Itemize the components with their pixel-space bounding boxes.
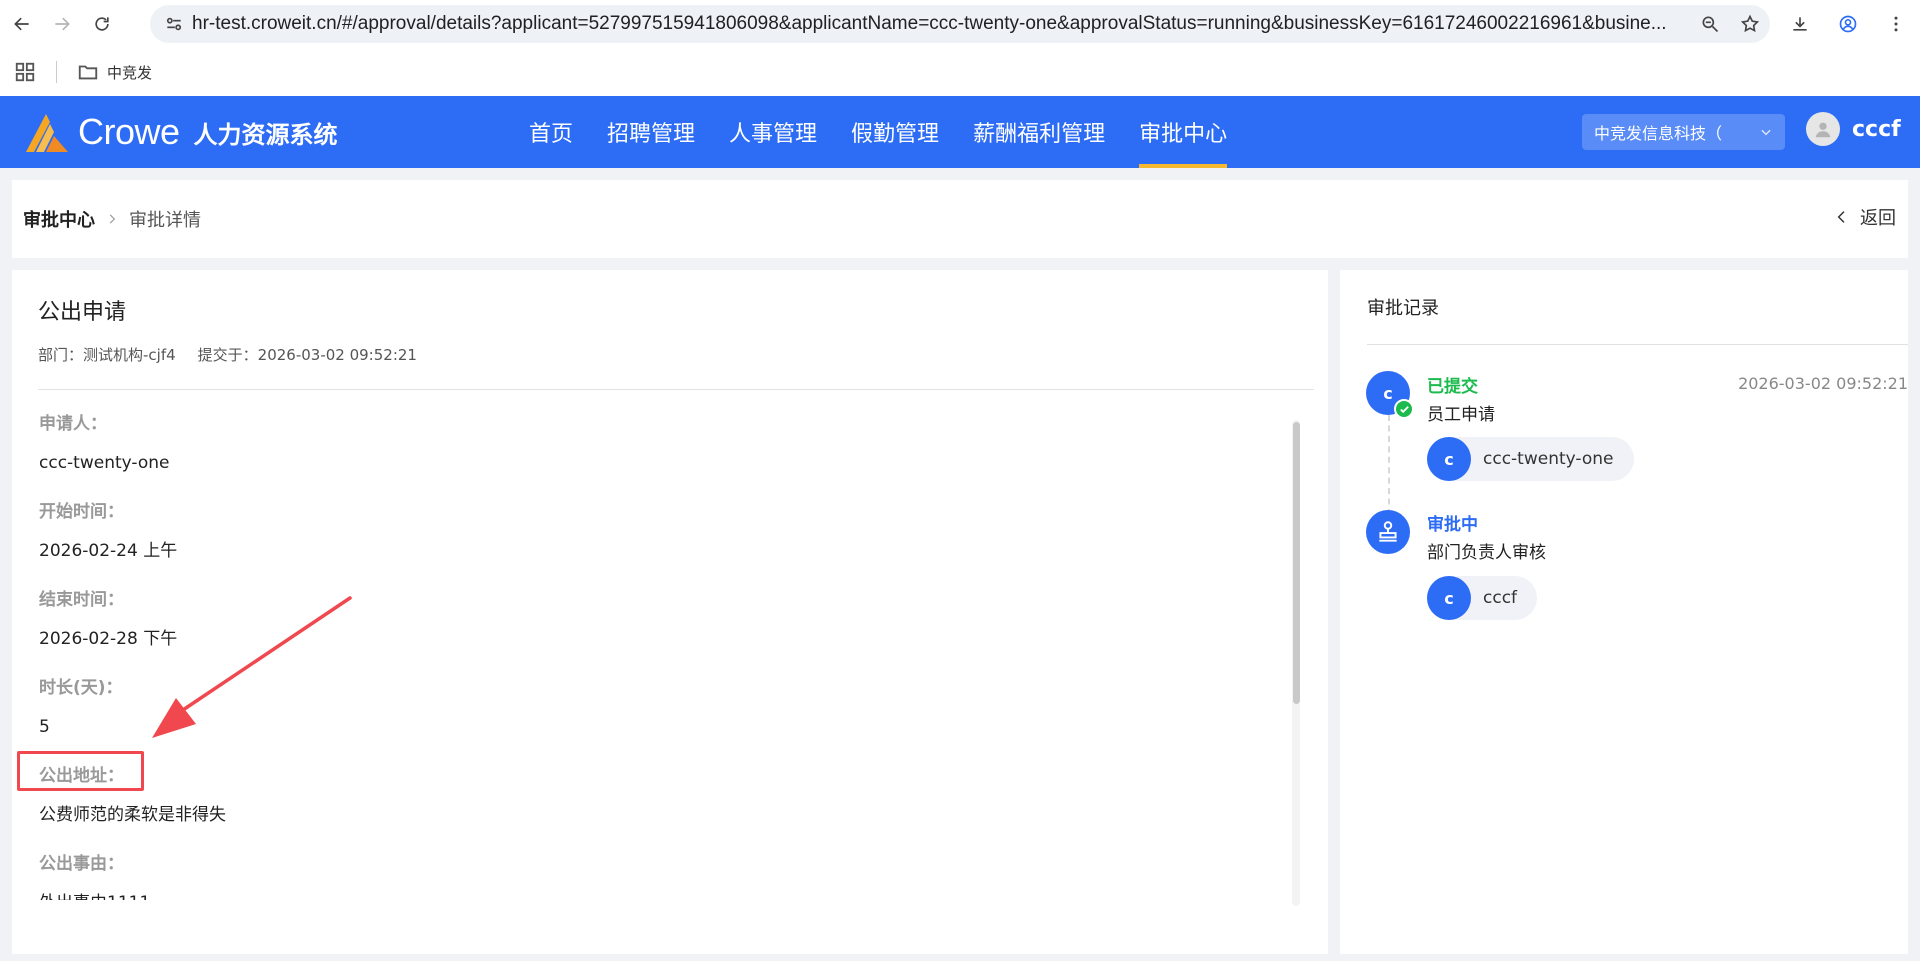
field-label: 公出地址： xyxy=(39,766,124,786)
apps-grid-icon[interactable] xyxy=(14,61,36,83)
bookmark-folder[interactable]: 中竞发 xyxy=(77,61,152,83)
page-title: 公出申请 xyxy=(38,300,127,325)
divider xyxy=(1367,344,1908,345)
department-text: 部门：测试机构-cjf4 xyxy=(38,346,176,364)
app-logo[interactable]: Crowe 人力资源系统 xyxy=(22,110,338,154)
field-label: 公出事由： xyxy=(39,854,124,874)
profile-icon[interactable] xyxy=(1830,6,1866,42)
field-value: 公费师范的柔软是非得失 xyxy=(39,805,226,825)
breadcrumb-current: 审批详情 xyxy=(129,210,201,231)
scrollbar-thumb[interactable] xyxy=(1293,422,1300,704)
url-text[interactable]: hr-test.croweit.cn/#/approval/details?ap… xyxy=(192,13,1690,35)
divider xyxy=(38,389,1314,390)
main-nav: 首页 招聘管理 人事管理 假勤管理 薪酬福利管理 审批中心 xyxy=(512,96,1244,168)
bookmarks-bar: 中竞发 xyxy=(0,48,1920,96)
zoom-icon[interactable] xyxy=(1690,5,1730,43)
field-label: 申请人： xyxy=(39,414,107,434)
address-bar[interactable]: hr-test.croweit.cn/#/approval/details?ap… xyxy=(150,5,1770,43)
more-menu-icon[interactable] xyxy=(1878,6,1914,42)
person-name: cccf xyxy=(1483,588,1518,608)
org-select[interactable]: 中竞发信息科技（ xyxy=(1582,114,1785,150)
nav-attendance[interactable]: 假勤管理 xyxy=(834,96,956,168)
user-icon xyxy=(1815,122,1831,138)
avatar: c xyxy=(1427,576,1471,620)
nav-personnel[interactable]: 人事管理 xyxy=(712,96,834,168)
field-address: 公出地址： 公费师范的柔软是非得失 xyxy=(39,762,1279,850)
bookmark-folder-label: 中竞发 xyxy=(107,63,153,82)
step-status-submitted: 已提交 xyxy=(1427,377,1478,397)
back-arrow-icon[interactable] xyxy=(4,6,40,42)
bookmarks-divider xyxy=(56,61,57,83)
step-desc: 员工申请 xyxy=(1427,405,1495,425)
check-icon xyxy=(1394,399,1414,419)
approval-record-card: 审批记录 c 已提交 2026-03-02 09:52:21 员工申请 c cc… xyxy=(1340,270,1908,954)
app-header: Crowe 人力资源系统 首页 招聘管理 人事管理 假勤管理 薪酬福利管理 审批… xyxy=(0,96,1920,168)
chevron-left-icon xyxy=(1837,211,1845,223)
bookmark-star-icon[interactable] xyxy=(1730,5,1770,43)
back-button[interactable]: 返回 xyxy=(1834,204,1896,230)
breadcrumb: 审批中心 审批详情 返回 xyxy=(12,180,1908,258)
step-desc: 部门负责人审核 xyxy=(1427,543,1546,563)
folder-icon xyxy=(78,65,98,80)
nav-payroll[interactable]: 薪酬福利管理 xyxy=(956,96,1122,168)
step-status-pending: 审批中 xyxy=(1427,515,1478,535)
annotation-highlight-box xyxy=(17,751,144,791)
field-start-time: 开始时间： 2026-02-24 上午 xyxy=(39,498,1279,586)
user-menu[interactable]: cccf xyxy=(1806,112,1901,146)
site-settings-icon[interactable] xyxy=(156,5,192,43)
avatar xyxy=(1806,112,1840,146)
person-chip: c ccc-twenty-one xyxy=(1427,437,1634,481)
step-time: 2026-03-02 09:52:21 xyxy=(1738,374,1908,393)
field-value: 2026-02-24 上午 xyxy=(39,541,178,561)
submitted-time: 提交于：2026-03-02 09:52:21 xyxy=(197,346,417,364)
annotation-arrow-icon xyxy=(152,596,352,738)
nav-approval-center[interactable]: 审批中心 xyxy=(1122,96,1244,168)
crowe-logo-icon xyxy=(26,114,68,152)
org-select-value: 中竞发信息科技（ xyxy=(1594,124,1723,143)
back-button-label: 返回 xyxy=(1860,208,1896,229)
field-label: 开始时间： xyxy=(39,502,124,522)
download-icon[interactable] xyxy=(1782,6,1818,42)
stamp-icon xyxy=(1366,510,1410,554)
field-applicant: 申请人： ccc-twenty-one xyxy=(39,410,1279,498)
nav-home[interactable]: 首页 xyxy=(512,96,590,168)
reload-icon[interactable] xyxy=(84,6,120,42)
chevron-right-icon xyxy=(109,214,116,224)
breadcrumb-root[interactable]: 审批中心 xyxy=(23,206,95,232)
logo-text: Crowe xyxy=(78,111,180,152)
field-value: 外出事由1111 xyxy=(39,878,1279,900)
field-value: ccc-twenty-one xyxy=(39,453,170,473)
user-name: cccf xyxy=(1852,116,1901,142)
browser-toolbar: hr-test.croweit.cn/#/approval/details?ap… xyxy=(0,0,1920,48)
chevron-down-icon xyxy=(1761,129,1771,136)
timeline-connector xyxy=(1388,415,1390,515)
detail-meta: 部门：测试机构-cjf4 提交于：2026-03-02 09:52:21 xyxy=(38,344,417,365)
avatar: c xyxy=(1427,437,1471,481)
person-name: ccc-twenty-one xyxy=(1483,449,1614,469)
system-name: 人力资源系统 xyxy=(193,120,338,149)
forward-arrow-icon[interactable] xyxy=(44,6,80,42)
nav-recruitment[interactable]: 招聘管理 xyxy=(590,96,712,168)
field-reason: 公出事由： 外出事由1111 xyxy=(39,850,1279,900)
record-title: 审批记录 xyxy=(1367,298,1439,319)
person-chip: c cccf xyxy=(1427,576,1538,620)
